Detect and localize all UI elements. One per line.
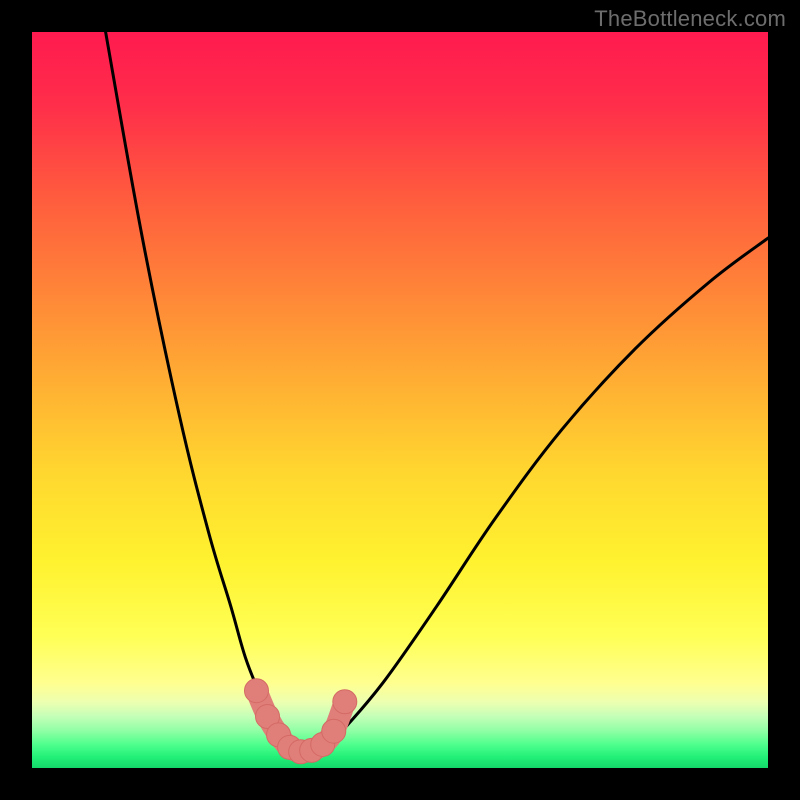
curves-layer bbox=[32, 32, 768, 768]
marker-point bbox=[244, 679, 268, 703]
curve-left-curve bbox=[106, 32, 297, 753]
curve-right-curve bbox=[312, 238, 768, 753]
marker-point bbox=[333, 690, 357, 714]
marker-point bbox=[322, 719, 346, 743]
watermark-text: TheBottleneck.com bbox=[594, 6, 786, 32]
plot-area bbox=[32, 32, 768, 768]
chart-frame: TheBottleneck.com bbox=[0, 0, 800, 800]
